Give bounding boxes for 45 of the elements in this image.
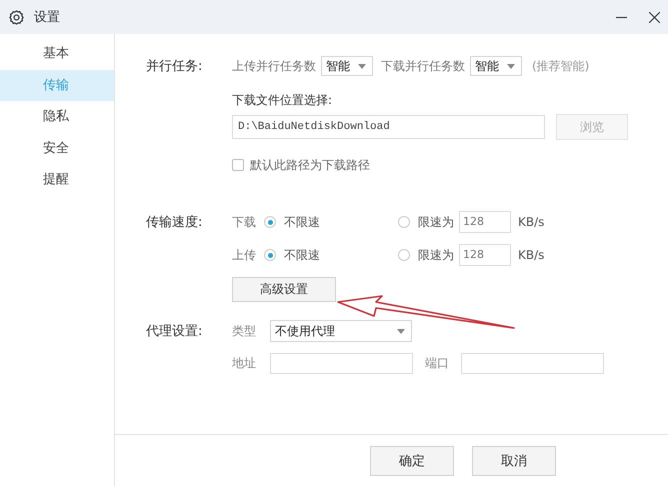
settings-icon [9,10,24,24]
field-label: 上传 [232,246,257,264]
sidebar-item[interactable]: 隐私 [0,101,114,132]
radio-label: 不限速 [284,214,320,230]
dropdown[interactable]: 智能 [321,56,373,76]
radio-button[interactable] [398,216,410,228]
field-label: 下载文件位置选择: [232,92,332,108]
radio-button[interactable] [398,249,410,261]
sidebar-item[interactable]: 安全 [0,132,114,164]
radio-label: 不限速 [284,246,320,264]
address-field[interactable] [270,352,413,374]
field-label: 端口 [425,354,450,372]
number-field[interactable]: 128 [459,211,511,233]
checkbox-label: 默认此路径为下载路径 [250,156,370,174]
path-field[interactable]: D:\BaiduNetdiskDownload [232,115,545,139]
caret-icon [358,64,366,68]
window-title: 设置 [34,9,60,26]
dropdown[interactable]: 智能 [470,56,522,76]
number-field[interactable]: 128 [459,244,511,266]
section-label: 传输速度: [146,215,202,230]
port-field[interactable] [461,352,604,374]
advanced-settings-button[interactable]: 高级设置 [232,276,336,302]
field-label: 下载并行任务数 [381,58,465,74]
ok-button[interactable]: 确定 [370,446,454,476]
radio-label: 限速为 [418,246,454,264]
section-label: 代理设置: [146,324,202,339]
radio-button[interactable] [264,216,276,228]
checkbox[interactable] [232,159,244,171]
sidebar-item[interactable]: 提醒 [0,164,114,196]
radio-label: 限速为 [418,214,454,230]
field-label: 下载 [232,214,257,230]
unit-label: KB/s [518,248,544,262]
caret-icon [397,328,405,334]
unit-label: KB/s [518,215,544,229]
hint-text: (推荐智能) [532,58,590,74]
section-label: 并行任务: [146,59,202,74]
sidebar-item[interactable]: 基本 [0,38,114,70]
dropdown[interactable]: 不使用代理 [270,320,412,342]
cancel-button[interactable]: 取消 [472,446,556,476]
field-label: 地址 [232,354,257,372]
radio-button[interactable] [264,249,276,261]
field-label: 上传并行任务数 [232,58,316,74]
close-icon[interactable] [649,12,660,22]
field-label: 类型 [232,322,257,340]
caret-icon [507,64,515,68]
